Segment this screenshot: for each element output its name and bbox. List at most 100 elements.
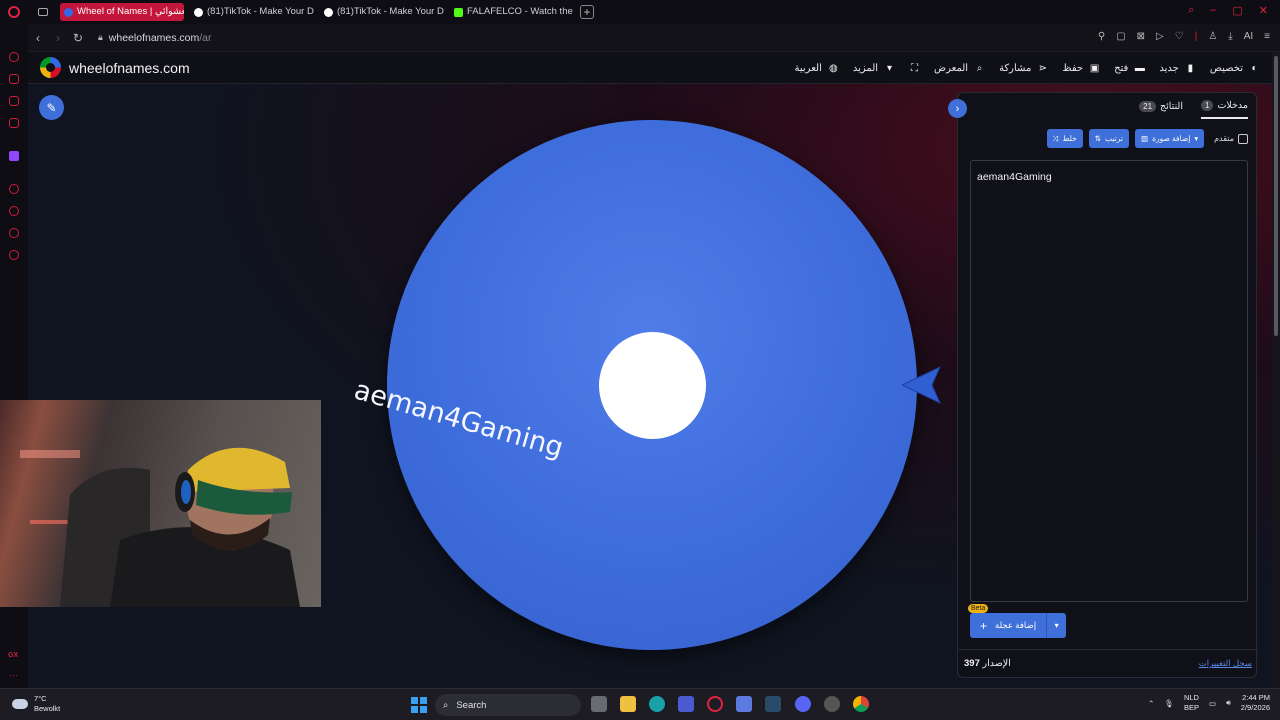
opera-gx-icon[interactable] (707, 696, 723, 712)
tab-results[interactable]: النتائج 21 (1139, 97, 1183, 119)
address-bar: ‹ › ↻ 🔒︎ wheelofnames.com/ar ⚲ ▢ ⊠ ▷ ♡ |… (28, 24, 1280, 52)
site-name[interactable]: wheelofnames.com (69, 60, 190, 76)
version-number: 397 (964, 658, 980, 669)
menu-gallery[interactable]: ⌕ المعرض (934, 63, 985, 74)
taskbar-search[interactable]: ⌕ Search (435, 694, 581, 716)
task-view-icon[interactable] (591, 696, 607, 712)
player-icon[interactable] (9, 184, 19, 194)
edit-pencil-button[interactable]: ✎ (39, 95, 64, 120)
entries-textarea[interactable]: aeman4Gaming (970, 160, 1248, 602)
browser-tab[interactable]: (81)TikTok - Make Your Da (320, 3, 444, 21)
start-button[interactable] (411, 697, 427, 713)
language-indicator[interactable]: NLD BEP (1184, 693, 1199, 713)
new-tab-button[interactable]: + (580, 5, 594, 19)
menu-share[interactable]: ⋖ مشاركة (999, 63, 1048, 74)
twitch-icon[interactable] (9, 151, 19, 161)
chrome-icon[interactable] (853, 696, 869, 712)
scrollbar-thumb[interactable] (1274, 56, 1278, 336)
ai-button[interactable]: AI (1244, 31, 1253, 42)
close-icon[interactable]: ✕ (1259, 4, 1268, 17)
clock[interactable]: 2:44 PM 2/9/2026 (1241, 693, 1270, 713)
entry-line: aeman4Gaming (977, 171, 1052, 183)
tab-switcher-icon[interactable] (32, 4, 54, 20)
microphone-icon[interactable]: 🎙︎ (1164, 699, 1174, 708)
menu-fullscreen[interactable]: ⛶ (909, 63, 920, 74)
page-scrollbar[interactable] (1272, 52, 1280, 688)
gx-control-icon[interactable] (9, 74, 19, 84)
wheel-logo-icon[interactable] (40, 57, 61, 78)
cloud-icon (12, 699, 28, 709)
sort-button[interactable]: ترتيب ⇅ (1088, 129, 1129, 148)
menu-customize[interactable]: ◐ تخصيص (1210, 63, 1260, 74)
steam-icon[interactable] (765, 696, 781, 712)
browser-tab[interactable]: (81)TikTok - Make Your Da (190, 3, 314, 21)
url-field[interactable]: 🔒︎ wheelofnames.com/ar (98, 32, 212, 44)
add-wheel-split-button: Beta + إضافة عجلة ▾ (968, 604, 1067, 638)
add-image-label: إضافة صورة (1152, 134, 1191, 143)
opera-menu-icon[interactable] (0, 0, 28, 24)
advanced-toggle[interactable]: متقدم (1214, 133, 1248, 144)
palette-icon: ◐ (1251, 62, 1258, 74)
weather-widget[interactable]: 7°C Bewolkt (12, 694, 60, 714)
changelog-link[interactable]: سجل التغييرات (1199, 658, 1252, 669)
extensions-icon[interactable]: ♙ (1208, 31, 1217, 42)
discord-icon[interactable] (795, 696, 811, 712)
advanced-checkbox[interactable] (1238, 133, 1248, 144)
store-icon[interactable] (678, 696, 694, 712)
sort-label: ترتيب (1105, 134, 1123, 143)
back-icon[interactable]: ‹ (28, 31, 48, 45)
add-wheel-label: إضافة عجلة (995, 620, 1037, 630)
app-icon[interactable] (736, 696, 752, 712)
forward-icon[interactable]: › (48, 31, 68, 45)
tab-label: (81)TikTok - Make Your Da (207, 6, 314, 17)
menu-icon[interactable]: ≡ (1264, 31, 1270, 42)
instagram-icon[interactable] (9, 118, 19, 128)
menu-open[interactable]: ▬ فتح (1114, 63, 1145, 74)
sort-icon: ⇅ (1094, 134, 1102, 143)
maximize-icon[interactable]: ▢ (1232, 4, 1242, 17)
wheel-center-hub[interactable] (599, 332, 706, 439)
version-label: الإصدار (982, 658, 1011, 669)
menu-more[interactable]: ▾ المزيد (853, 63, 895, 74)
pin-icon[interactable]: ⚲ (1098, 31, 1105, 42)
shuffle-icon: ⤨ (1052, 133, 1059, 143)
shuffle-button[interactable]: خلط ⤨ (1046, 129, 1083, 148)
header-menu: ◍ العربية ▾ المزيد ⛶ ⌕ المعرض ⋖ مشاركة ▣ حفظ … (795, 52, 1260, 84)
network-icon[interactable]: ▭ (1209, 699, 1216, 708)
shield-icon[interactable]: ⊠ (1137, 31, 1145, 42)
add-image-button[interactable]: ▾ إضافة صورة ▨ (1135, 129, 1205, 148)
image-icon: ▨ (1141, 134, 1149, 143)
volume-icon[interactable]: 🔊︎ (1226, 698, 1231, 708)
heart-icon[interactable]: ♡ (1175, 31, 1184, 42)
tab-entries[interactable]: مدخلات 1 (1200, 97, 1248, 119)
messenger-icon[interactable] (9, 228, 19, 238)
minimize-icon[interactable]: – (1210, 4, 1216, 17)
edge-icon[interactable] (649, 696, 665, 712)
history-icon[interactable] (9, 206, 19, 216)
browser-tab[interactable]: FALAFELCO - Watch the V (450, 3, 574, 21)
gx-corner-icon[interactable] (9, 96, 19, 106)
menu-new[interactable]: ▮ جديد (1159, 63, 1195, 74)
speed-dial-icon[interactable] (9, 52, 19, 62)
file-explorer-icon[interactable] (620, 696, 636, 712)
play-icon[interactable]: ▷ (1156, 31, 1164, 42)
download-icon[interactable]: ⤓ (1228, 31, 1232, 42)
add-wheel-dropdown[interactable]: ▾ (1046, 613, 1067, 638)
app-icon[interactable] (824, 696, 840, 712)
fullscreen-icon: ⛶ (911, 62, 919, 74)
more-icon[interactable]: ··· (9, 670, 18, 680)
snapshot-icon[interactable]: ▢ (1116, 31, 1125, 42)
menu-save[interactable]: ▣ حفظ (1062, 63, 1100, 74)
weather-temp: 7°C (34, 694, 47, 703)
browser-tab[interactable]: Wheel of Names | العشوائي (60, 3, 184, 21)
tab-label: مدخلات (1217, 99, 1248, 111)
reload-icon[interactable]: ↻ (68, 31, 88, 45)
settings-icon[interactable] (9, 250, 19, 260)
menu-language[interactable]: ◍ العربية (795, 63, 839, 74)
search-tabs-icon[interactable]: ⌕ (1188, 4, 1194, 17)
divider: | (1194, 31, 1198, 42)
panel-tabs: مدخلات 1 النتائج 21 (958, 97, 1258, 119)
add-wheel-button[interactable]: + إضافة عجلة (970, 613, 1047, 638)
menu-label: تخصيص (1209, 62, 1243, 74)
chevron-up-icon[interactable]: ⌃ (1148, 699, 1154, 708)
